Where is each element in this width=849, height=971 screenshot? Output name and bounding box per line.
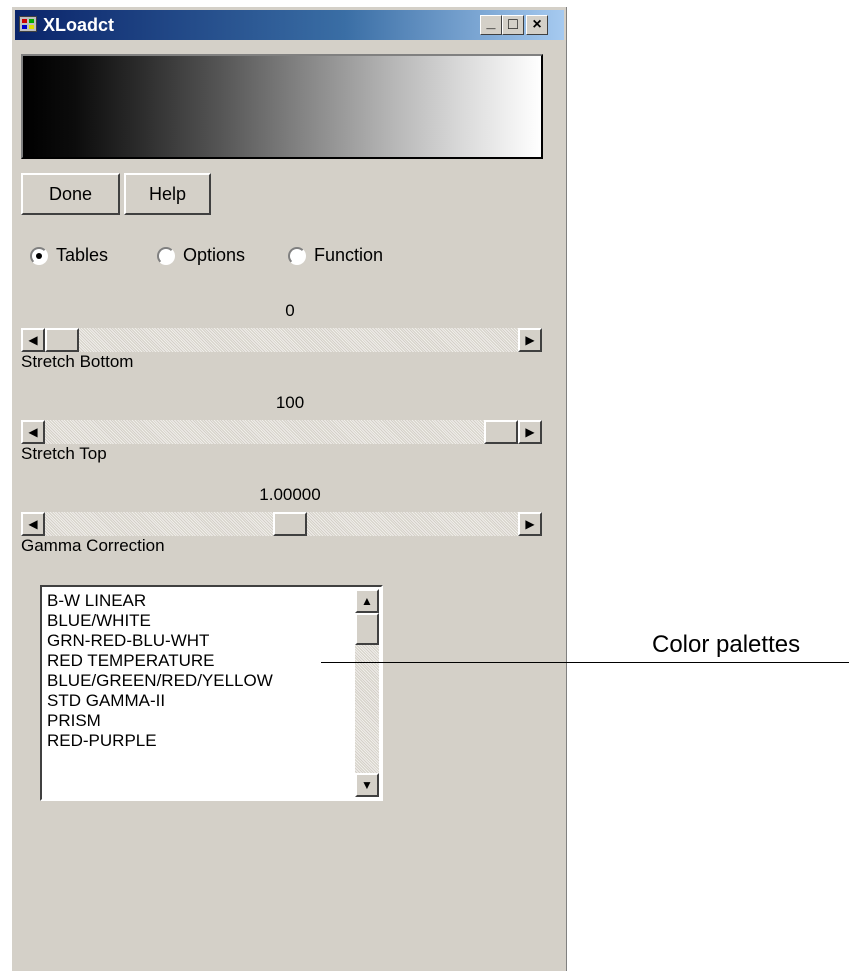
stretch-top-value: 100 xyxy=(275,393,305,412)
app-icon[interactable] xyxy=(19,16,37,32)
list-item[interactable]: BLUE/GREEN/RED/YELLOW xyxy=(47,671,273,691)
stretch-top-slider[interactable]: ◀ ▶ xyxy=(21,420,542,444)
gamma-label: Gamma Correction xyxy=(21,536,165,555)
arrow-up-icon: ▲ xyxy=(361,594,373,608)
stretch-top-thumb[interactable] xyxy=(484,420,518,444)
stretch-bottom-slider[interactable]: ◀ ▶ xyxy=(21,328,542,352)
scroll-left-button[interactable]: ◀ xyxy=(21,420,45,444)
scroll-right-button[interactable]: ▶ xyxy=(518,512,542,536)
gamma-value: 1.00000 xyxy=(259,485,321,504)
arrow-left-icon: ◀ xyxy=(28,333,38,347)
title-bar[interactable]: XLoadct _ □ × xyxy=(15,10,564,40)
scroll-down-button[interactable]: ▼ xyxy=(355,773,379,797)
callout-label: Color palettes xyxy=(652,631,801,658)
xloadct-window: XLoadct _ □ × Done Help Tables Options F… xyxy=(11,6,567,971)
color-palette-list[interactable]: B-W LINEAR BLUE/WHITE GRN-RED-BLU-WHT RE… xyxy=(40,585,383,801)
close-button[interactable]: × xyxy=(526,15,548,35)
arrow-right-icon: ▶ xyxy=(525,333,535,347)
maximize-icon: □ xyxy=(508,16,518,33)
list-item[interactable]: RED-PURPLE xyxy=(47,731,157,751)
radio-function-label[interactable]: Function xyxy=(314,245,383,266)
done-button[interactable]: Done xyxy=(21,173,120,215)
radio-options-label[interactable]: Options xyxy=(183,245,245,266)
radio-tables[interactable] xyxy=(30,247,48,265)
minimize-icon: _ xyxy=(486,14,496,31)
palette-list-scrollbar[interactable]: ▲ ▼ xyxy=(355,589,379,797)
gamma-thumb[interactable] xyxy=(273,512,307,536)
help-button[interactable]: Help xyxy=(124,173,211,215)
stretch-bottom-label: Stretch Bottom xyxy=(21,352,134,371)
arrow-right-icon: ▶ xyxy=(525,425,535,439)
stretch-bottom-value: 0 xyxy=(285,301,295,320)
callout-line xyxy=(321,662,849,663)
stretch-bottom-thumb[interactable] xyxy=(45,328,79,352)
scroll-up-button[interactable]: ▲ xyxy=(355,589,379,613)
list-item[interactable]: GRN-RED-BLU-WHT xyxy=(47,631,209,651)
arrow-down-icon: ▼ xyxy=(361,778,373,792)
scroll-left-button[interactable]: ◀ xyxy=(21,328,45,352)
window-title: XLoadct xyxy=(43,15,115,35)
minimize-button[interactable]: _ xyxy=(480,15,502,35)
arrow-left-icon: ◀ xyxy=(28,517,38,531)
radio-options[interactable] xyxy=(157,247,175,265)
list-item[interactable]: PRISM xyxy=(47,711,101,731)
list-item[interactable]: BLUE/WHITE xyxy=(47,611,151,631)
color-table-preview xyxy=(21,54,543,159)
list-item[interactable]: STD GAMMA-II xyxy=(47,691,165,711)
arrow-left-icon: ◀ xyxy=(28,425,38,439)
stretch-top-label: Stretch Top xyxy=(21,444,107,463)
radio-selected-dot xyxy=(36,253,42,259)
scroll-left-button[interactable]: ◀ xyxy=(21,512,45,536)
list-item[interactable]: B-W LINEAR xyxy=(47,591,146,611)
radio-function[interactable] xyxy=(288,247,306,265)
scroll-right-button[interactable]: ▶ xyxy=(518,328,542,352)
radio-tables-label[interactable]: Tables xyxy=(56,245,108,266)
arrow-right-icon: ▶ xyxy=(525,517,535,531)
gamma-slider[interactable]: ◀ ▶ xyxy=(21,512,542,536)
scroll-right-button[interactable]: ▶ xyxy=(518,420,542,444)
list-item[interactable]: RED TEMPERATURE xyxy=(47,651,215,671)
maximize-button[interactable]: □ xyxy=(502,15,524,35)
close-icon: × xyxy=(532,16,542,33)
palette-list-thumb[interactable] xyxy=(355,613,379,645)
